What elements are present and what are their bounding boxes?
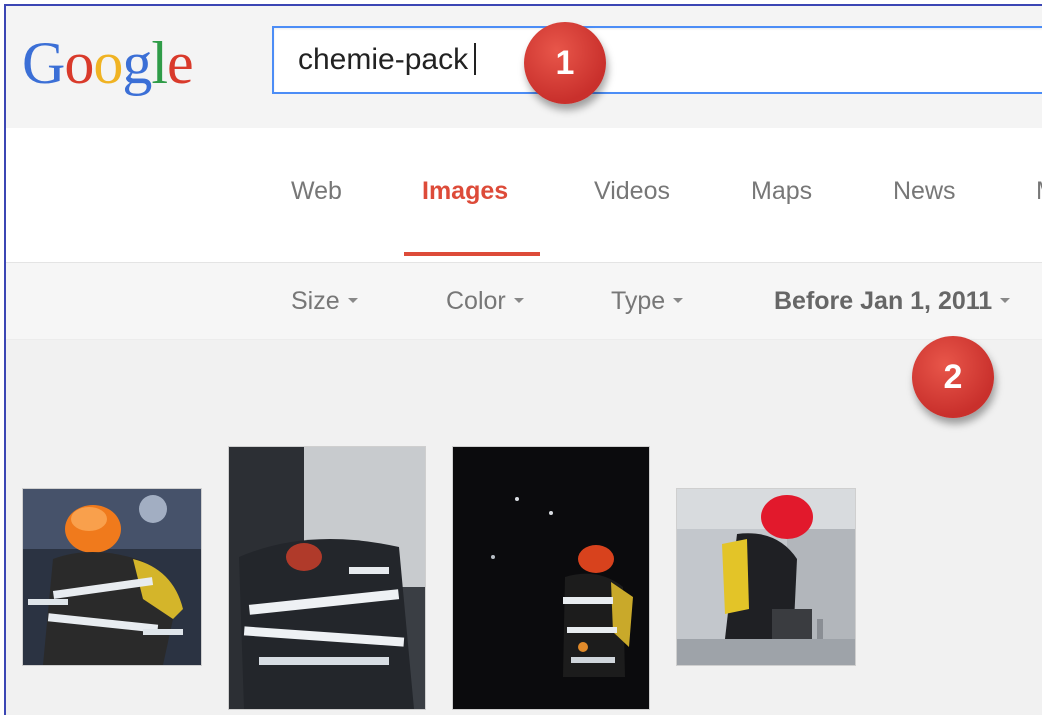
- callout-marker-1: 1: [524, 22, 606, 104]
- image-result-2[interactable]: [228, 446, 426, 710]
- image-result-1[interactable]: [22, 488, 202, 666]
- tab-more[interactable]: M: [1036, 175, 1042, 207]
- dropdown-arrow-icon: [1000, 298, 1011, 304]
- tab-videos[interactable]: Videos: [594, 175, 670, 207]
- logo-letter: g: [122, 30, 152, 96]
- type-filter-label: Type: [611, 287, 666, 315]
- logo-letter: o: [64, 30, 94, 96]
- text-caret: [474, 43, 477, 76]
- image-result-3[interactable]: [452, 446, 650, 710]
- active-tab-indicator: [404, 252, 540, 256]
- tab-news[interactable]: News: [893, 175, 956, 207]
- callout-marker-2: 2: [912, 336, 994, 418]
- time-filter-label: Before Jan 1, 2011: [774, 287, 993, 315]
- logo-letter: o: [93, 30, 123, 96]
- logo-letter: e: [167, 30, 194, 96]
- tab-maps[interactable]: Maps: [751, 175, 812, 207]
- firefighter-image: [453, 447, 649, 709]
- dropdown-arrow-icon: [347, 298, 358, 304]
- search-query: chemie-pack: [298, 43, 469, 76]
- dropdown-arrow-icon: [513, 298, 524, 304]
- color-filter-label: Color: [446, 287, 506, 315]
- screenshot-frame: Google chemie-pack Web Images Videos Map…: [4, 4, 1042, 715]
- firefighter-image: [677, 489, 855, 665]
- tab-images[interactable]: Images: [422, 175, 508, 207]
- firefighter-image: [229, 447, 425, 709]
- search-box[interactable]: chemie-pack: [272, 26, 1042, 94]
- logo-letter: G: [22, 30, 65, 96]
- time-filter[interactable]: Before Jan 1, 2011: [774, 285, 1011, 317]
- firefighter-image: [23, 489, 201, 665]
- google-logo[interactable]: Google: [22, 28, 194, 98]
- color-filter[interactable]: Color: [446, 285, 524, 317]
- size-filter[interactable]: Size: [291, 285, 358, 317]
- image-results: [6, 340, 1042, 715]
- dropdown-arrow-icon: [673, 298, 684, 304]
- search-input[interactable]: chemie-pack: [298, 38, 477, 82]
- logo-letter: l: [151, 30, 168, 96]
- tab-web[interactable]: Web: [291, 175, 342, 207]
- search-tools-bar: Size Color Type Before Jan 1, 2011: [6, 263, 1042, 340]
- search-tabs: Web Images Videos Maps News M: [6, 128, 1042, 263]
- image-result-4[interactable]: [676, 488, 856, 666]
- size-filter-label: Size: [291, 287, 340, 315]
- type-filter[interactable]: Type: [611, 285, 684, 317]
